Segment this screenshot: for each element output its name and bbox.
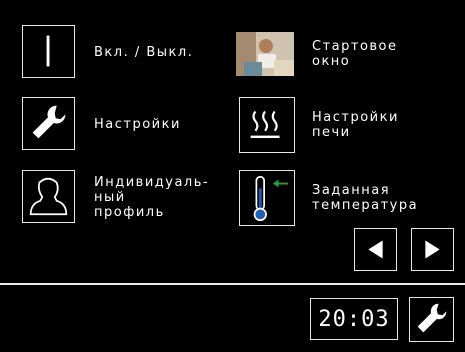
settings-label: Настройки (94, 117, 181, 132)
settings-button[interactable] (22, 97, 75, 150)
oven-settings-button[interactable] (239, 97, 295, 153)
individual-profile-label: Индивидуаль- ный профиль (94, 175, 210, 220)
start-window-photo (236, 32, 294, 76)
right-arrow-icon (425, 240, 440, 259)
oven-settings-label: Настройки печи (312, 110, 399, 140)
quick-settings-button[interactable] (409, 297, 454, 342)
status-bar-divider (0, 283, 465, 285)
previous-page-button[interactable] (354, 228, 397, 271)
start-window-button[interactable] (236, 32, 294, 76)
user-profile-icon (29, 177, 68, 216)
power-line-icon (46, 35, 50, 67)
left-arrow-icon (368, 240, 383, 259)
wrench-icon (32, 105, 66, 139)
target-temperature-button[interactable] (239, 170, 295, 226)
power-label: Вкл. / Выкл. (94, 45, 194, 60)
start-window-label: Стартовое окно (312, 39, 398, 69)
clock-display[interactable]: 20:03 (310, 298, 398, 340)
heat-waves-icon (250, 110, 280, 139)
thermometer-icon (253, 175, 289, 222)
target-temperature-label: Заданная температура (312, 183, 419, 213)
next-page-button[interactable] (411, 228, 454, 271)
power-button[interactable] (22, 25, 75, 78)
wrench-icon (417, 303, 447, 333)
individual-profile-button[interactable] (22, 170, 75, 223)
